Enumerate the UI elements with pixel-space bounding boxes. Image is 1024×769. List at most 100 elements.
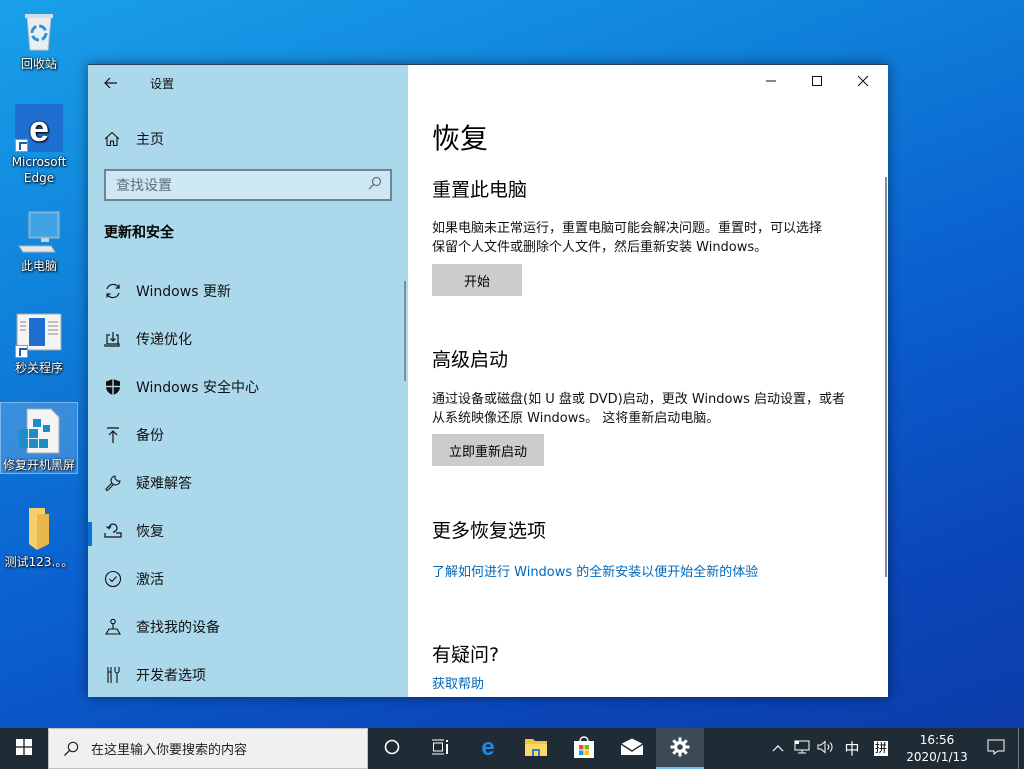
registry-file-icon: [15, 407, 63, 455]
ime-mode-button[interactable]: 中: [838, 728, 866, 769]
taskbar-search-placeholder: 在这里输入你要搜索的内容: [91, 743, 248, 758]
ime-pinyin-button[interactable]: 拼: [866, 728, 896, 769]
taskbar: 在这里输入你要搜索的内容 e 中 拼 16:56 2020/1/13: [0, 728, 1024, 769]
maximize-button[interactable]: [794, 65, 840, 97]
minimize-icon: [765, 72, 777, 91]
mail-envelope-icon: [620, 738, 644, 760]
sidebar-item-activation[interactable]: 激活: [88, 559, 408, 599]
cortana-circle-icon: [384, 739, 400, 759]
sidebar-item-home[interactable]: 主页: [104, 127, 164, 151]
clock-date: 2020/1/13: [906, 749, 968, 764]
nav-label: 开发者选项: [136, 668, 206, 684]
edge-taskbar-button[interactable]: e: [464, 728, 512, 769]
close-button[interactable]: [840, 65, 886, 97]
show-desktop-button[interactable]: [1018, 728, 1024, 769]
svg-text:e: e: [481, 736, 494, 758]
notification-icon: [987, 739, 1005, 759]
gear-icon: [670, 737, 690, 761]
find-device-icon: [104, 618, 122, 636]
start-button[interactable]: [0, 728, 48, 769]
advanced-startup-description-line: 通过设备或磁盘(如 U 盘或 DVD)启动，更改 Windows 启动设置，或者: [432, 392, 846, 407]
sidebar-item-troubleshoot[interactable]: 疑难解答: [88, 463, 408, 503]
clock[interactable]: 16:56 2020/1/13: [900, 732, 974, 766]
back-button[interactable]: [88, 67, 134, 99]
shortcut-arrow-icon: [15, 345, 28, 358]
ime-pinyin-label: 拼: [873, 741, 888, 756]
desktop-icon-registry-file[interactable]: 修复开机黑屏: [0, 402, 78, 474]
search-placeholder: 查找设置: [116, 178, 172, 194]
settings-taskbar-button[interactable]: [656, 728, 704, 769]
delivery-optimization-icon: [104, 330, 122, 348]
desktop-icon-label: 此电脑: [20, 259, 57, 273]
get-help-link[interactable]: 获取帮助: [432, 673, 484, 692]
advanced-startup-description: 通过设备或磁盘(如 U 盘或 DVD)启动，更改 Windows 启动设置，或者…: [432, 390, 864, 428]
sidebar-scrollbar[interactable]: [404, 281, 406, 381]
wrench-icon: [104, 474, 122, 492]
sidebar-section-title: 更新和安全: [104, 225, 174, 241]
desktop-icon-folder[interactable]: 测试123.。。: [0, 504, 78, 570]
store-button[interactable]: [560, 728, 608, 769]
network-button[interactable]: [790, 728, 814, 769]
reset-pc-description: 如果电脑未正常运行，重置电脑可能会解决问题。重置时，可以选择 保留个人文件或删除…: [432, 219, 864, 257]
nav-label: 传递优化: [136, 332, 192, 348]
clock-time: 16:56: [919, 732, 955, 747]
more-recovery-options-heading: 更多恢复选项: [432, 520, 547, 542]
sidebar-item-delivery-optimization[interactable]: 传递优化: [88, 319, 408, 359]
home-label: 主页: [136, 132, 164, 148]
sidebar-item-developer-options[interactable]: 开发者选项: [88, 655, 408, 695]
content-pane: 恢复 重置此电脑 如果电脑未正常运行，重置电脑可能会解决问题。重置时，可以选择 …: [408, 65, 888, 697]
nav-label: Windows 安全中心: [136, 380, 259, 396]
title-bar: 设置: [88, 73, 408, 93]
cortana-button[interactable]: [368, 728, 416, 769]
chevron-up-icon: [772, 741, 784, 756]
speaker-icon: [817, 739, 835, 758]
minimize-button[interactable]: [748, 65, 794, 97]
sidebar-item-windows-update[interactable]: Windows 更新: [88, 271, 408, 311]
questions-heading: 有疑问?: [432, 644, 500, 666]
search-icon: [63, 741, 79, 757]
edge-icon: e: [477, 734, 499, 762]
show-hidden-icons-button[interactable]: [766, 728, 790, 769]
recycle-bin-icon: [15, 6, 63, 54]
reset-pc-heading: 重置此电脑: [432, 179, 528, 201]
page-title: 恢复: [432, 122, 489, 155]
app-window-icon: [15, 310, 63, 358]
windows-logo-icon: [16, 738, 32, 759]
developer-tools-icon: [104, 666, 122, 684]
taskbar-search-input[interactable]: 在这里输入你要搜索的内容: [48, 728, 368, 769]
fresh-install-link[interactable]: 了解如何进行 Windows 的全新安装以便开始全新的体验: [432, 561, 758, 580]
system-tray: 中 拼 16:56 2020/1/13: [766, 728, 1024, 769]
reset-pc-description-line: 如果电脑未正常运行，重置电脑可能会解决问题。重置时，可以选择: [432, 221, 823, 236]
desktop-icon-label: 测试123.。。: [4, 555, 74, 569]
home-icon: [104, 131, 120, 147]
desktop-icon-label: 秒关程序: [14, 361, 63, 375]
settings-search-input[interactable]: 查找设置: [104, 169, 392, 201]
sidebar-item-find-my-device[interactable]: 查找我的设备: [88, 607, 408, 647]
reset-pc-description-line: 保留个人文件或删除个人文件，然后重新安装 Windows。: [432, 240, 768, 255]
file-explorer-button[interactable]: [512, 728, 560, 769]
svg-text:e: e: [29, 108, 49, 149]
sidebar-item-backup[interactable]: 备份: [88, 415, 408, 455]
desktop-icon-app[interactable]: 秒关程序: [0, 310, 78, 376]
maximize-icon: [811, 72, 823, 91]
content-scrollbar[interactable]: [885, 177, 887, 577]
store-bag-icon: [573, 735, 595, 763]
settings-window: 设置 主页 查找设置 更新和安全 Windows 更新 传递优化 Windows…: [88, 64, 888, 697]
desktop-icon-recycle-bin[interactable]: 回收站: [0, 6, 78, 72]
task-view-icon: [431, 739, 449, 759]
nav-label: 恢复: [136, 524, 164, 540]
sidebar-item-recovery[interactable]: 恢复: [88, 511, 408, 551]
volume-button[interactable]: [814, 728, 838, 769]
shortcut-arrow-icon: [15, 139, 28, 152]
mail-button[interactable]: [608, 728, 656, 769]
nav-label: 疑难解答: [136, 476, 192, 492]
task-view-button[interactable]: [416, 728, 464, 769]
action-center-button[interactable]: [974, 728, 1018, 769]
desktop-icon-label: Microsoft Edge: [11, 155, 67, 185]
restart-now-button[interactable]: 立即重新启动: [432, 434, 544, 466]
desktop-icon-this-pc[interactable]: 此电脑: [0, 208, 78, 274]
reset-start-button[interactable]: 开始: [432, 264, 522, 296]
desktop-icon-edge[interactable]: e Microsoft Edge: [0, 104, 78, 186]
sidebar-item-windows-security[interactable]: Windows 安全中心: [88, 367, 408, 407]
edge-icon: e: [15, 104, 63, 152]
